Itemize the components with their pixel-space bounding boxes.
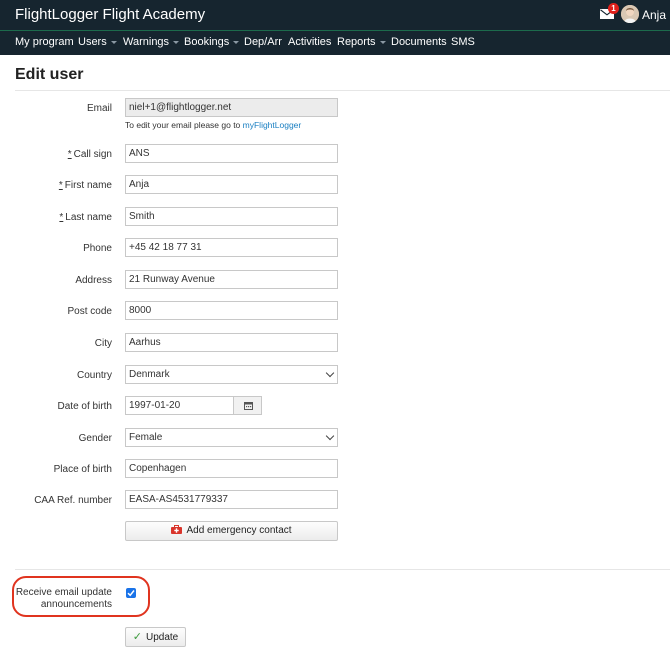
chevron-down-icon bbox=[233, 40, 240, 44]
date-of-birth-field[interactable]: 1997-01-20 bbox=[125, 396, 234, 415]
phone-field[interactable]: +45 42 18 77 31 bbox=[125, 238, 338, 257]
chevron-down-icon bbox=[379, 40, 386, 44]
email-label: Email bbox=[86, 103, 112, 114]
place-of-birth-field[interactable]: Copenhagen bbox=[125, 459, 338, 478]
call-sign-field[interactable]: ANS bbox=[125, 144, 338, 163]
call-sign-label: * Call sign bbox=[67, 149, 112, 160]
divider bbox=[15, 569, 670, 570]
phone-label: Phone bbox=[83, 243, 112, 254]
first-aid-kit-icon bbox=[171, 524, 183, 534]
last-name-field[interactable]: Smith bbox=[125, 207, 338, 226]
checkmark-icon: ✓ bbox=[132, 631, 142, 643]
nav-activities[interactable]: Activities bbox=[288, 36, 331, 48]
city-label: City bbox=[94, 338, 112, 349]
place-of-birth-label: Place of birth bbox=[53, 464, 112, 475]
address-field[interactable]: 21 Runway Avenue bbox=[125, 270, 338, 289]
message-count-badge: 1 bbox=[608, 3, 619, 14]
chevron-down-icon bbox=[110, 40, 117, 44]
first-name-field[interactable]: Anja bbox=[125, 175, 338, 194]
caa-ref-field[interactable]: EASA-AS4531779337 bbox=[125, 490, 338, 509]
email-hint: To edit your email please go to myFlight… bbox=[125, 120, 302, 130]
nav-bookings[interactable]: Bookings bbox=[184, 36, 240, 48]
calendar-icon bbox=[244, 402, 253, 410]
nav-documents[interactable]: Documents bbox=[391, 36, 447, 48]
country-select[interactable]: Denmark bbox=[125, 365, 338, 384]
page-title: Edit user bbox=[15, 66, 84, 83]
post-code-field[interactable]: 8000 bbox=[125, 301, 338, 320]
last-name-label: * Last name bbox=[59, 212, 112, 223]
email-field: niel+1@flightlogger.net bbox=[125, 98, 338, 117]
academy-brand[interactable]: FlightLogger Flight Academy bbox=[15, 6, 205, 23]
gender-label: Gender bbox=[78, 433, 112, 444]
main-nav: My program Users Warnings Bookings Dep/A… bbox=[0, 30, 670, 55]
update-button[interactable]: ✓ Update bbox=[125, 627, 186, 647]
caa-ref-label: CAA Ref. number bbox=[34, 495, 112, 506]
checkmark-icon bbox=[127, 590, 135, 597]
nav-warnings[interactable]: Warnings bbox=[123, 36, 180, 48]
gender-select[interactable]: Female bbox=[125, 428, 338, 447]
user-menu-name[interactable]: Anja bbox=[642, 8, 666, 22]
address-label: Address bbox=[75, 275, 112, 286]
date-of-birth-label: Date of birth bbox=[57, 401, 112, 412]
add-emergency-contact-button[interactable]: Add emergency contact bbox=[125, 521, 338, 541]
top-bar: FlightLogger Flight Academy 1 Anja bbox=[0, 0, 670, 30]
nav-my-program[interactable]: My program bbox=[15, 36, 74, 48]
first-name-label: * First name bbox=[58, 180, 112, 191]
avatar[interactable] bbox=[621, 5, 639, 23]
nav-sms[interactable]: SMS bbox=[451, 36, 475, 48]
email-updates-label: Receive email update announcements bbox=[15, 587, 112, 610]
city-field[interactable]: Aarhus bbox=[125, 333, 338, 352]
myflightlogger-link[interactable]: myFlightLogger bbox=[243, 120, 302, 130]
nav-reports[interactable]: Reports bbox=[337, 36, 386, 48]
chevron-down-icon bbox=[173, 40, 180, 44]
nav-dep-arr[interactable]: Dep/Arr bbox=[244, 36, 282, 48]
divider bbox=[15, 90, 670, 91]
calendar-button[interactable] bbox=[233, 396, 262, 415]
chevron-down-icon bbox=[325, 368, 335, 378]
chevron-down-icon bbox=[325, 431, 335, 441]
post-code-label: Post code bbox=[67, 306, 112, 317]
email-updates-checkbox[interactable] bbox=[126, 588, 136, 598]
nav-users[interactable]: Users bbox=[78, 36, 117, 48]
country-label: Country bbox=[76, 370, 112, 381]
